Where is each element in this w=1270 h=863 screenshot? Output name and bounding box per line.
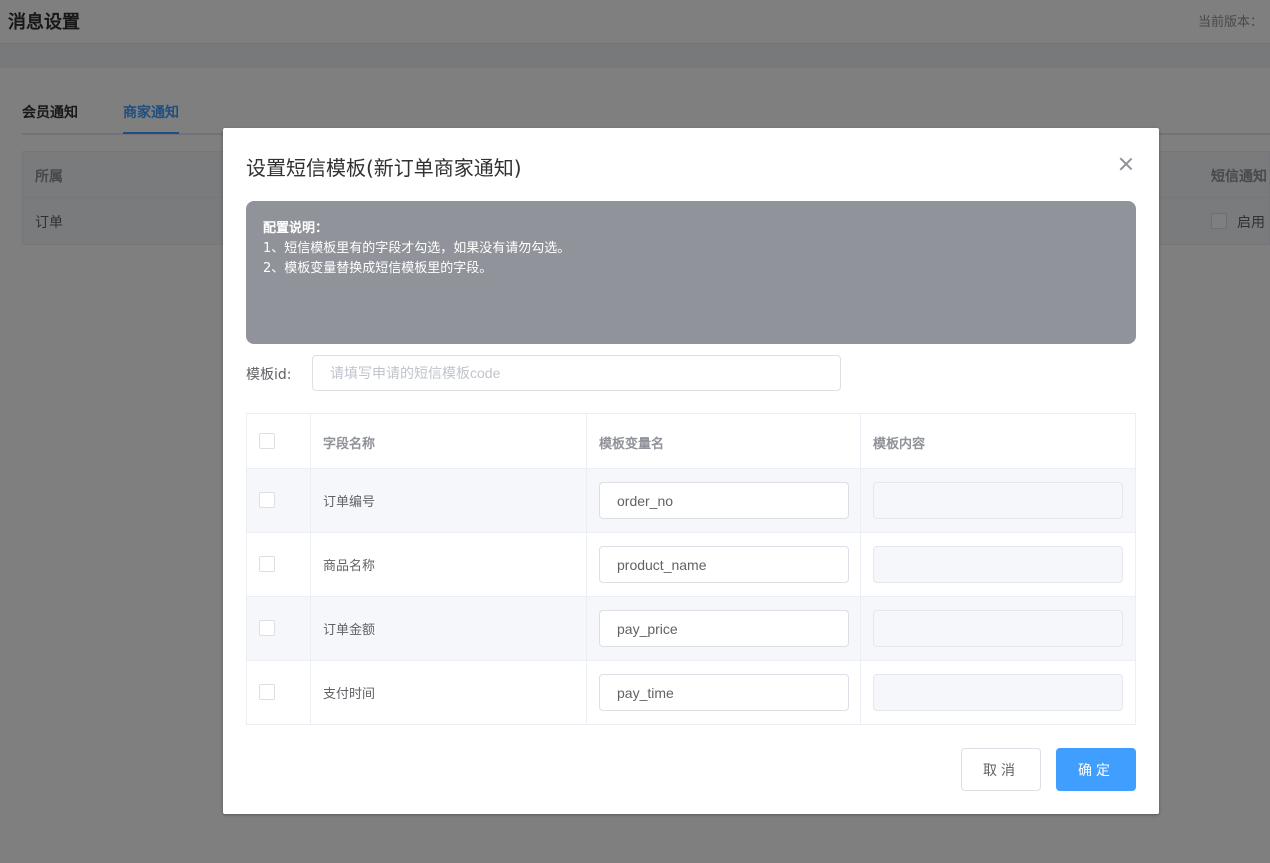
field-name: 订单金额 [323,623,376,638]
content-input[interactable] [873,610,1123,647]
header-template-content: 模板内容 [873,437,926,452]
table-row: 支付时间 [247,661,1135,725]
template-id-input[interactable] [312,355,841,391]
notice-line: 1、短信模板里有的字段才勾选，如果没有请勿勾选。 [263,241,571,256]
content-input[interactable] [873,546,1123,583]
field-name: 商品名称 [323,559,376,574]
template-id-label: 模板id: [246,367,292,383]
field-name: 支付时间 [323,687,376,702]
dialog-title: 设置短信模板(新订单商家通知) [246,156,522,180]
header-variable-name: 模板变量名 [599,437,665,452]
notice-line: 2、模板变量替换成短信模板里的字段。 [263,261,493,276]
table-row: 订单金额 [247,597,1135,661]
field-table-header: 字段名称 模板变量名 模板内容 [247,414,1135,469]
cancel-button[interactable]: 取消 [961,748,1041,791]
field-name: 订单编号 [323,495,376,510]
field-table: 字段名称 模板变量名 模板内容 订单编号 商品名称 订单金额 支付时间 [246,413,1136,725]
header-field-name: 字段名称 [323,437,376,452]
variable-input[interactable] [599,482,849,519]
row-checkbox[interactable] [259,684,275,700]
config-notice: 配置说明： 1、短信模板里有的字段才勾选，如果没有请勿勾选。 2、模板变量替换成… [246,201,1136,344]
content-input[interactable] [873,482,1123,519]
variable-input[interactable] [599,546,849,583]
content-input[interactable] [873,674,1123,711]
variable-input[interactable] [599,610,849,647]
row-checkbox[interactable] [259,492,275,508]
row-checkbox[interactable] [259,556,275,572]
table-row: 订单编号 [247,469,1135,533]
table-row: 商品名称 [247,533,1135,597]
notice-title: 配置说明： [263,221,329,236]
variable-input[interactable] [599,674,849,711]
select-all-checkbox[interactable] [259,433,275,449]
confirm-button[interactable]: 确定 [1056,748,1136,791]
close-icon[interactable] [1116,154,1136,174]
row-checkbox[interactable] [259,620,275,636]
sms-template-dialog: 设置短信模板(新订单商家通知) 配置说明： 1、短信模板里有的字段才勾选，如果没… [223,128,1159,814]
